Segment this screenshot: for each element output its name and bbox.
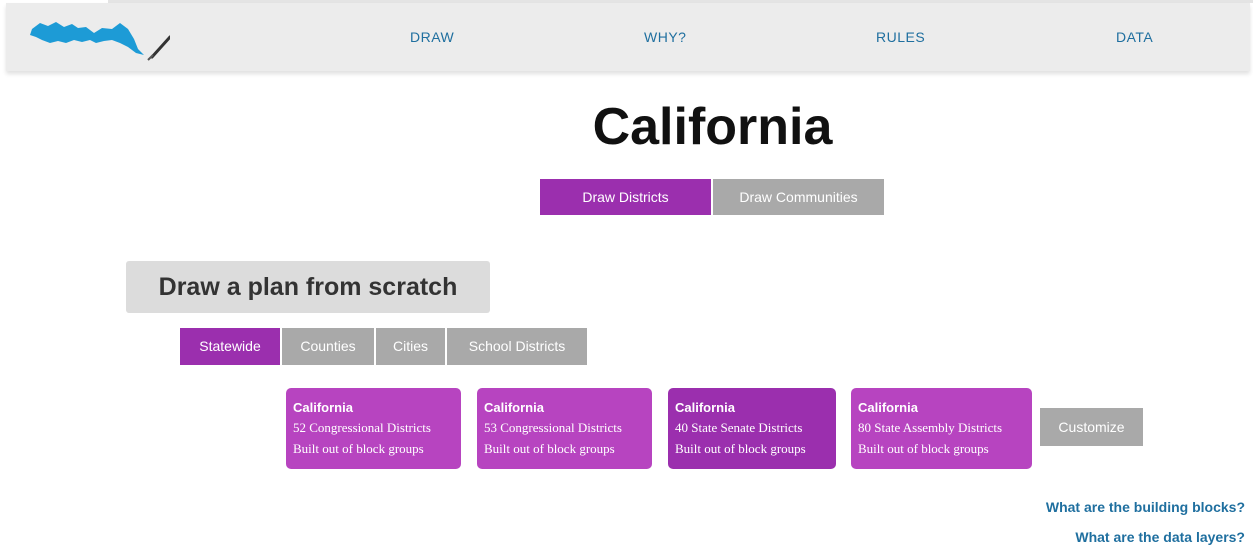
nav-why-link[interactable]: WHY? xyxy=(644,29,686,45)
districtr-logo-icon[interactable] xyxy=(20,7,172,61)
plan-card-80-state-assembly[interactable]: California 80 State Assembly Districts B… xyxy=(851,388,1032,469)
plan-card-53-congressional[interactable]: California 53 Congressional Districts Bu… xyxy=(477,388,652,469)
plan-card-40-state-senate[interactable]: California 40 State Senate Districts Bui… xyxy=(668,388,836,469)
card-district-count: 53 Congressional Districts xyxy=(484,420,622,435)
nav-data-link[interactable]: DATA xyxy=(1116,29,1153,45)
page-title: California xyxy=(592,98,833,156)
card-state-label: California xyxy=(675,400,735,415)
nav-rules-link[interactable]: RULES xyxy=(876,29,925,45)
card-building-block: Built out of block groups xyxy=(293,441,424,456)
tab-draw-communities[interactable]: Draw Communities xyxy=(713,179,884,215)
customize-button[interactable]: Customize xyxy=(1040,408,1143,446)
building-blocks-help-link[interactable]: What are the building blocks? xyxy=(1046,499,1245,515)
card-building-block: Built out of block groups xyxy=(858,441,989,456)
card-building-block: Built out of block groups xyxy=(484,441,615,456)
tab-cities[interactable]: Cities xyxy=(376,328,445,365)
tab-counties[interactable]: Counties xyxy=(282,328,374,365)
card-state-label: California xyxy=(858,400,918,415)
data-layers-help-link[interactable]: What are the data layers? xyxy=(1075,529,1245,545)
card-state-label: California xyxy=(484,400,544,415)
card-state-label: California xyxy=(293,400,353,415)
tab-school-districts[interactable]: School Districts xyxy=(447,328,587,365)
card-district-count: 52 Congressional Districts xyxy=(293,420,431,435)
tab-draw-districts[interactable]: Draw Districts xyxy=(540,179,711,215)
card-district-count: 80 State Assembly Districts xyxy=(858,420,1003,435)
top-nav-bar: DRAW WHY? RULES DATA xyxy=(6,3,1250,71)
scratch-plan-heading: Draw a plan from scratch xyxy=(126,261,490,313)
nav-draw-link[interactable]: DRAW xyxy=(410,29,454,45)
card-building-block: Built out of block groups xyxy=(675,441,806,456)
card-district-count: 40 State Senate Districts xyxy=(675,420,803,435)
tab-statewide[interactable]: Statewide xyxy=(180,328,280,365)
plan-card-52-congressional[interactable]: California 52 Congressional Districts Bu… xyxy=(286,388,461,469)
